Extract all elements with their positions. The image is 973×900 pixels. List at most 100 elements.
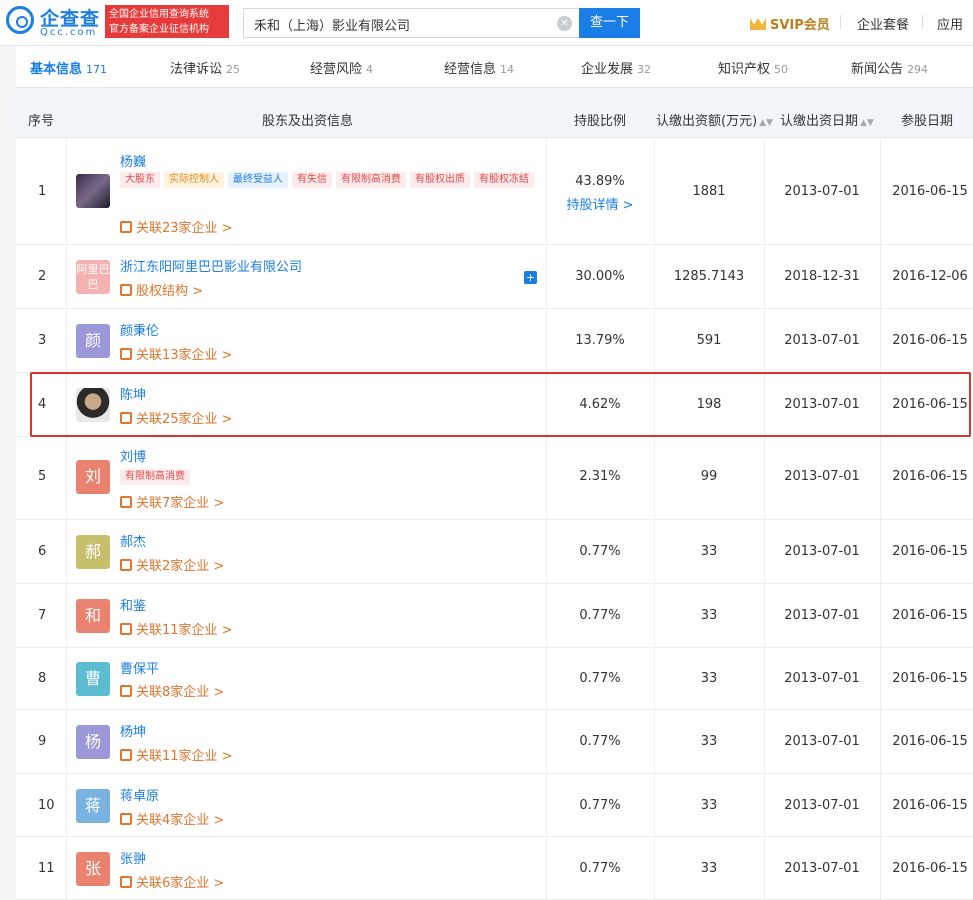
row-index: 1	[38, 184, 47, 199]
related-companies-label: 关联7家企业 >	[136, 496, 225, 511]
table-row: 7 和 和鉴 关联11家企业 > 0.77% 33 2013-07-01 201…	[16, 585, 973, 648]
avatar[interactable]: 杨	[76, 725, 110, 759]
join-date: 2016-06-15	[892, 184, 968, 199]
related-companies-link[interactable]: 关联2家企业 >	[120, 555, 224, 574]
table-row: 2 阿里巴巴 浙江东阳阿里巴巴影业有限公司 + 股权结构 > 30.00% 12…	[16, 246, 973, 309]
share-percentage: 2.31%	[579, 469, 621, 484]
nav-apps[interactable]: 应用	[937, 14, 963, 33]
row-index: 11	[38, 861, 55, 876]
related-companies-link[interactable]: 关联11家企业 >	[120, 619, 233, 638]
avatar[interactable]	[76, 388, 110, 422]
holder-name[interactable]: 颜秉伦	[120, 320, 159, 339]
expand-icon[interactable]: +	[524, 271, 537, 284]
subscribed-date: 2013-07-01	[784, 861, 860, 876]
subscribed-date: 2013-07-01	[784, 798, 860, 813]
subscribed-date: 2013-07-01	[784, 469, 860, 484]
tag: 有限制高消费	[336, 172, 406, 188]
avatar[interactable]: 曹	[76, 662, 110, 696]
qcc-logo-icon[interactable]	[6, 6, 34, 34]
badge-line-1: 全国企业信用查询系统	[109, 9, 209, 20]
nav-enterprise-package[interactable]: 企业套餐	[857, 14, 909, 33]
tab-label: 基本信息	[30, 62, 83, 77]
avatar[interactable]: 张	[76, 852, 110, 886]
avatar[interactable]: 郝	[76, 535, 110, 569]
row-index: 2	[38, 269, 47, 284]
holder-name[interactable]: 蒋卓原	[120, 785, 159, 804]
related-companies-link[interactable]: 关联25家企业 >	[120, 408, 233, 427]
related-companies-label: 关联23家企业 >	[136, 221, 233, 236]
subscribed-date: 2013-07-01	[784, 184, 860, 199]
holder-name[interactable]: 杨坤	[120, 721, 146, 740]
svip-link[interactable]: SVIP会员	[750, 14, 830, 33]
tab-risk[interactable]: 经营风险 4	[310, 58, 373, 77]
related-companies-link[interactable]: 关联6家企业 >	[120, 872, 224, 891]
join-date: 2016-06-15	[892, 671, 968, 686]
column-divider	[764, 139, 765, 900]
related-companies-link[interactable]: 关联4家企业 >	[120, 809, 224, 828]
table-row: 10 蒋 蒋卓原 关联4家企业 > 0.77% 33 2013-07-01 20…	[16, 775, 973, 837]
col-header-amount[interactable]: 认缴出资额(万元) ▲▼	[656, 110, 773, 129]
related-companies-link[interactable]: 关联7家企业 >	[120, 492, 224, 511]
avatar[interactable]	[76, 174, 110, 208]
holder-name[interactable]: 杨巍	[120, 151, 146, 170]
subscribed-date: 2013-07-01	[784, 544, 860, 559]
tab-count: 14	[500, 63, 515, 76]
avatar[interactable]: 和	[76, 599, 110, 633]
col-header-amount-label: 认缴出资额(万元)	[656, 114, 758, 129]
holder-name[interactable]: 陈坤	[120, 384, 146, 403]
search-button[interactable]: 查一下	[579, 8, 640, 38]
relation-icon	[120, 559, 132, 571]
tab-count: 171	[86, 63, 108, 76]
subscribed-amount: 591	[696, 333, 722, 348]
subscribed-date: 2013-07-01	[784, 397, 860, 412]
column-divider	[546, 139, 547, 900]
holder-name[interactable]: 曹保平	[120, 658, 159, 677]
avatar[interactable]: 刘	[76, 460, 110, 494]
table-row: 5 刘 刘博 有限制高消费 关联7家企业 > 2.31% 99 2013-07-…	[16, 438, 973, 520]
tab-basic-info[interactable]: 基本信息 171	[30, 58, 107, 77]
tab-news[interactable]: 新闻公告 294	[851, 58, 928, 77]
tab-count: 294	[907, 63, 929, 76]
related-companies-link[interactable]: 关联23家企业 >	[120, 217, 233, 236]
avatar[interactable]: 颜	[76, 324, 110, 358]
holder-name[interactable]: 和鉴	[120, 595, 146, 614]
col-header-date[interactable]: 认缴出资日期 ▲▼	[780, 110, 874, 129]
share-percentage: 0.77%	[579, 798, 621, 813]
tag: 实际控制人	[164, 172, 224, 188]
relation-icon	[120, 412, 132, 424]
holder-name[interactable]: 浙江东阳阿里巴巴影业有限公司	[120, 256, 302, 275]
related-companies-link[interactable]: 关联11家企业 >	[120, 745, 233, 764]
holder-name[interactable]: 郝杰	[120, 531, 146, 550]
search-input[interactable]: 禾和（上海）影业有限公司 ✕	[243, 8, 580, 38]
table-row: 8 曹 曹保平 关联8家企业 > 0.77% 33 2013-07-01 201…	[16, 649, 973, 710]
subscribed-amount: 1285.7143	[673, 269, 745, 284]
avatar[interactable]: 阿里巴巴	[76, 260, 110, 294]
shareholder-table: 序号 股东及出资信息 持股比例 认缴出资额(万元) ▲▼ 认缴出资日期 ▲▼ 参股日…	[16, 98, 973, 900]
avatar[interactable]: 蒋	[76, 789, 110, 823]
tab-development[interactable]: 企业发展 32	[581, 58, 651, 77]
join-date: 2016-06-15	[892, 469, 968, 484]
nav-divider	[922, 15, 923, 29]
column-divider	[880, 139, 881, 900]
tag-list: 大股东 实际控制人 最终受益人 有失信 有限制高消费 有股权出质 有股权冻结	[120, 171, 540, 191]
clear-icon[interactable]: ✕	[557, 16, 572, 31]
related-companies-label: 关联4家企业 >	[136, 813, 225, 828]
related-companies-label: 关联25家企业 >	[136, 412, 233, 427]
subscribed-amount: 1881	[692, 184, 726, 199]
tab-operations[interactable]: 经营信息 14	[444, 58, 514, 77]
tab-legal[interactable]: 法律诉讼 25	[170, 58, 240, 77]
equity-structure-link[interactable]: 股权结构 >	[120, 280, 203, 299]
row-index: 9	[38, 734, 47, 749]
col-header-idx: 序号	[28, 114, 55, 129]
share-percentage: 43.89%	[575, 174, 625, 189]
tab-ip[interactable]: 知识产权 50	[718, 58, 788, 77]
related-companies-label: 关联6家企业 >	[136, 876, 225, 891]
related-companies-link[interactable]: 关联13家企业 >	[120, 344, 233, 363]
relation-icon	[120, 876, 132, 888]
join-date: 2016-12-06	[892, 269, 968, 284]
holder-name[interactable]: 张翀	[120, 848, 146, 867]
share-detail-link[interactable]: 持股详情 >	[546, 194, 654, 213]
related-companies-link[interactable]: 关联8家企业 >	[120, 681, 224, 700]
holder-name[interactable]: 刘博	[120, 446, 146, 465]
tag: 有失信	[292, 172, 332, 188]
